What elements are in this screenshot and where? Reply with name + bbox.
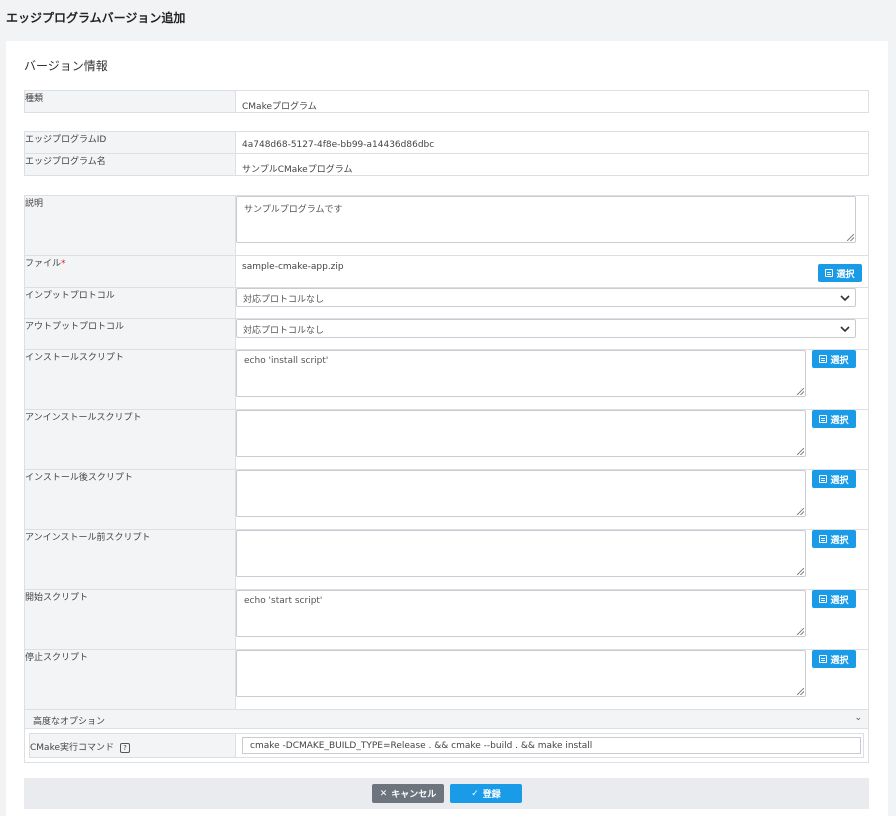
version-info-card: バージョン情報 種類 CMakeプログラム エッジプログラムID 4a748d6… bbox=[6, 41, 888, 816]
start-script-textarea[interactable]: echo 'start script' bbox=[236, 590, 806, 637]
help-icon[interactable]: ? bbox=[120, 742, 130, 753]
select-button-label: 選択 bbox=[830, 535, 849, 546]
program-id-label: エッジプログラムID bbox=[24, 131, 236, 154]
cmake-command-input[interactable]: cmake -DCMAKE_BUILD_TYPE=Release . && cm… bbox=[242, 737, 861, 754]
install-script-textarea[interactable]: echo 'install script' bbox=[236, 350, 806, 397]
file-select-button[interactable]: 選択 bbox=[818, 264, 862, 282]
check-icon: ✓ bbox=[471, 788, 479, 799]
list-icon bbox=[825, 269, 834, 277]
pre-uninstall-script-label: アンインストール前スクリプト bbox=[24, 529, 236, 590]
description-textarea[interactable]: サンプルプログラムです bbox=[236, 196, 856, 243]
cmake-command-label: CMake実行コマンド bbox=[30, 743, 114, 753]
advanced-options-table: CMake実行コマンド? cmake -DCMAKE_BUILD_TYPE=Re… bbox=[29, 733, 864, 758]
stop-script-label: 停止スクリプト bbox=[24, 649, 236, 710]
select-button-label: 選択 bbox=[830, 655, 849, 666]
program-info-table: エッジプログラムID 4a748d68-5127-4f8e-bb99-a1443… bbox=[24, 131, 869, 176]
close-icon: ✕ bbox=[379, 788, 388, 799]
cancel-button[interactable]: ✕ キャンセル bbox=[372, 784, 444, 803]
list-icon bbox=[819, 475, 828, 483]
stop-script-textarea[interactable] bbox=[236, 650, 806, 697]
start-script-label: 開始スクリプト bbox=[24, 589, 236, 650]
input-protocol-value: 対応プロトコルなし bbox=[243, 295, 325, 305]
select-button-label: 選択 bbox=[836, 269, 855, 280]
chevron-down-icon bbox=[840, 295, 850, 302]
type-table: 種類 CMakeプログラム bbox=[24, 90, 869, 113]
submit-button-label: 登録 bbox=[482, 790, 501, 800]
type-label: 種類 bbox=[24, 90, 236, 113]
select-button-label: 選択 bbox=[830, 415, 849, 426]
post-install-script-label: インストール後スクリプト bbox=[24, 469, 236, 530]
uninstall-script-label: アンインストールスクリプト bbox=[24, 409, 236, 470]
select-button-label: 選択 bbox=[830, 595, 849, 606]
type-value: CMakeプログラム bbox=[235, 90, 869, 113]
list-icon bbox=[819, 415, 828, 423]
required-mark: * bbox=[61, 259, 66, 269]
description-label: 説明 bbox=[24, 195, 236, 256]
file-label-text: ファイル bbox=[25, 259, 62, 269]
pre-uninstall-script-select-button[interactable]: 選択 bbox=[812, 530, 856, 548]
list-icon bbox=[819, 655, 828, 663]
install-script-select-button[interactable]: 選択 bbox=[812, 350, 856, 368]
section-title: バージョン情報 bbox=[24, 59, 108, 73]
output-protocol-select[interactable]: 対応プロトコルなし bbox=[236, 319, 856, 338]
program-name-value: サンプルCMakeプログラム bbox=[235, 153, 869, 176]
version-form-table: 説明 サンプルプログラムです ファイル* sample-cmake-app.zi… bbox=[24, 195, 869, 763]
input-protocol-label: インプットプロトコル bbox=[24, 287, 236, 319]
program-id-value: 4a748d68-5127-4f8e-bb99-a14436d86dbc bbox=[235, 131, 869, 154]
file-name: sample-cmake-app.zip bbox=[242, 262, 344, 272]
cancel-button-label: キャンセル bbox=[391, 790, 437, 800]
input-protocol-select[interactable]: 対応プロトコルなし bbox=[236, 288, 856, 307]
list-icon bbox=[819, 595, 828, 603]
list-icon bbox=[819, 535, 828, 543]
output-protocol-value: 対応プロトコルなし bbox=[243, 326, 325, 336]
post-install-script-textarea[interactable] bbox=[236, 470, 806, 517]
list-icon bbox=[819, 355, 828, 363]
cmake-command-label-cell: CMake実行コマンド? bbox=[29, 733, 236, 758]
submit-button[interactable]: ✓ 登録 bbox=[450, 784, 522, 803]
pre-uninstall-script-textarea[interactable] bbox=[236, 530, 806, 577]
file-label: ファイル* bbox=[24, 255, 236, 288]
post-install-script-select-button[interactable]: 選択 bbox=[812, 470, 856, 488]
program-name-label: エッジプログラム名 bbox=[24, 153, 236, 176]
form-footer: ✕ キャンセル ✓ 登録 bbox=[24, 778, 869, 809]
stop-script-select-button[interactable]: 選択 bbox=[812, 650, 856, 668]
select-button-label: 選択 bbox=[830, 475, 849, 486]
uninstall-script-select-button[interactable]: 選択 bbox=[812, 410, 856, 428]
chevron-down-icon bbox=[840, 326, 850, 333]
install-script-label: インストールスクリプト bbox=[24, 349, 236, 410]
page-title: エッジプログラムバージョン追加 bbox=[6, 11, 186, 25]
start-script-select-button[interactable]: 選択 bbox=[812, 590, 856, 608]
output-protocol-label: アウトプットプロトコル bbox=[24, 318, 236, 350]
chevron-down-icon: ⌄ bbox=[854, 713, 862, 723]
select-button-label: 選択 bbox=[830, 355, 849, 366]
advanced-options-toggle[interactable]: 高度なオプション ⌄ bbox=[24, 709, 869, 729]
uninstall-script-textarea[interactable] bbox=[236, 410, 806, 457]
advanced-options-label: 高度なオプション bbox=[33, 717, 106, 727]
